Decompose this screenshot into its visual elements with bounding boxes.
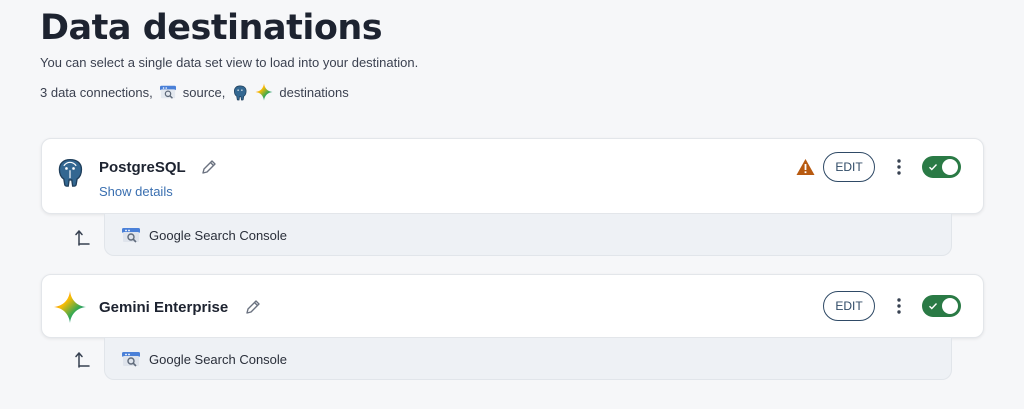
- source-row: Google Search Console: [104, 214, 952, 256]
- enabled-toggle[interactable]: [922, 156, 961, 178]
- return-arrow-icon: [75, 228, 91, 246]
- google-search-console-icon: [121, 350, 141, 368]
- page-subtitle: You can select a single data set view to…: [40, 55, 419, 70]
- postgresql-elephant-icon: [53, 155, 87, 189]
- destination-name: Gemini Enterprise: [99, 299, 229, 316]
- google-search-console-icon: [121, 226, 141, 244]
- destination-card-gemini-enterprise: Gemini Enterprise EDIT: [41, 274, 984, 338]
- enabled-toggle[interactable]: [922, 295, 961, 317]
- page-title: Data destinations: [40, 8, 383, 48]
- source-name: Google Search Console: [149, 352, 288, 367]
- source-name: Google Search Console: [149, 228, 288, 243]
- summary-source: source,: [182, 84, 226, 100]
- check-icon: [929, 303, 938, 310]
- warning-triangle-icon[interactable]: [796, 158, 815, 176]
- pencil-icon[interactable]: [200, 158, 218, 176]
- edit-button[interactable]: EDIT: [823, 291, 875, 321]
- return-arrow-icon: [75, 350, 91, 368]
- check-icon: [929, 164, 938, 171]
- summary-destinations: destinations: [279, 84, 349, 100]
- data-destinations-page: Data destinations You can select a singl…: [0, 0, 1024, 409]
- kebab-menu-icon[interactable]: [892, 296, 906, 316]
- show-details-link[interactable]: Show details: [99, 184, 173, 199]
- summary-prefix: 3 data connections,: [40, 84, 153, 100]
- gemini-sparkle-icon: [53, 290, 87, 324]
- pencil-icon[interactable]: [244, 298, 262, 316]
- destination-name: PostgreSQL: [99, 159, 186, 176]
- source-row: Google Search Console: [104, 338, 952, 380]
- gemini-sparkle-icon: [255, 83, 273, 101]
- toggle-knob: [942, 298, 958, 314]
- kebab-menu-icon[interactable]: [892, 157, 906, 177]
- google-search-console-icon: [159, 83, 177, 101]
- toggle-knob: [942, 159, 958, 175]
- destination-card-postgresql: PostgreSQL Show details EDIT: [41, 138, 984, 214]
- edit-button[interactable]: EDIT: [823, 152, 875, 182]
- postgresql-elephant-icon: [231, 83, 249, 101]
- connections-summary: 3 data connections, source, destinations: [40, 83, 349, 101]
